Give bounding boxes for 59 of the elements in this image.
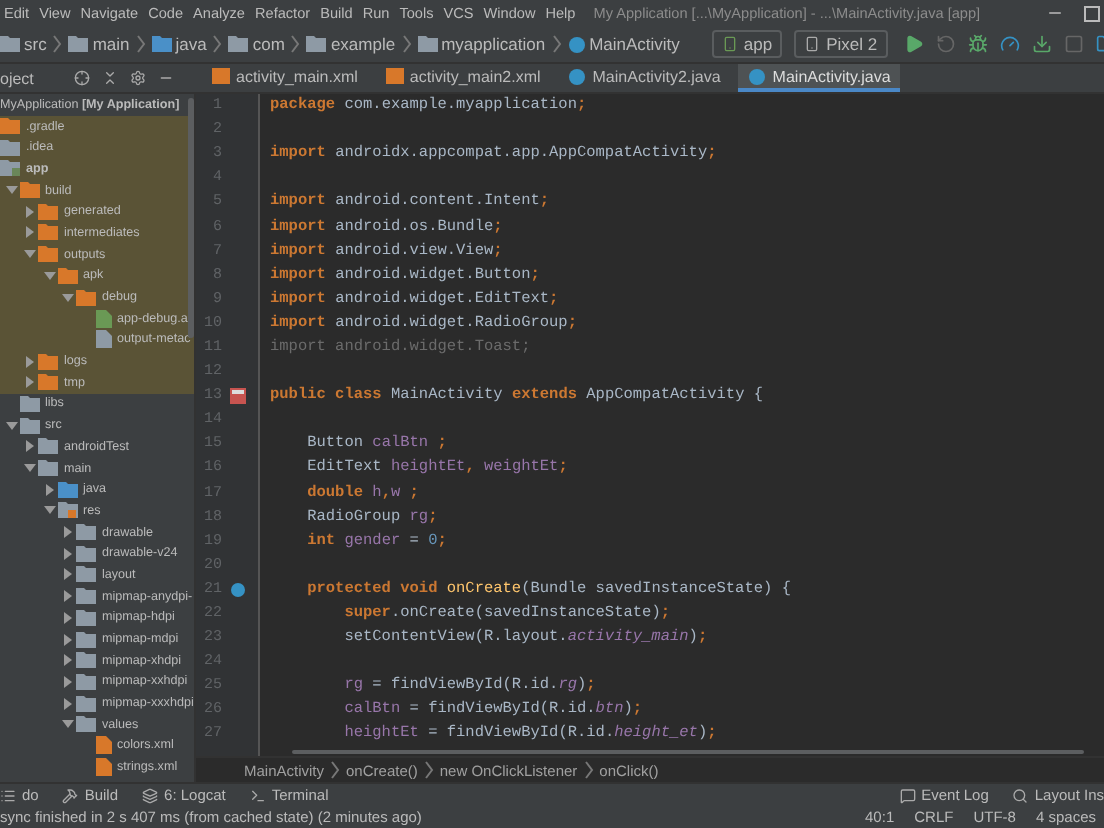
separator-icon — [401, 34, 412, 54]
expanded-arrow-icon[interactable] — [22, 462, 38, 475]
breadcrumb-item[interactable]: example — [306, 34, 396, 54]
device-dropdown[interactable]: Pixel 2 — [794, 30, 888, 58]
folder-icon — [0, 160, 20, 177]
expanded-arrow-icon[interactable] — [3, 419, 19, 432]
collapsed-arrow-icon[interactable] — [41, 483, 57, 496]
search-icon — [1012, 787, 1029, 803]
speech-bubble-icon — [899, 787, 916, 803]
separator-icon — [135, 34, 146, 54]
maximize-icon[interactable] — [1084, 5, 1100, 21]
crosshair-icon[interactable] — [73, 70, 90, 86]
expanded-arrow-icon[interactable] — [3, 184, 19, 197]
list-icon — [0, 787, 16, 803]
folder-icon — [151, 36, 172, 52]
editor-tab[interactable]: MainActivity2.java — [558, 64, 731, 92]
separator-icon — [52, 34, 63, 54]
layers-icon — [142, 787, 159, 803]
folder-icon — [417, 36, 438, 52]
play-icon[interactable] — [903, 34, 924, 54]
layout-icon[interactable] — [230, 388, 246, 405]
breadcrumb-item[interactable]: main — [68, 34, 130, 54]
breadcrumb-item[interactable]: java — [151, 34, 207, 54]
folder-icon — [0, 36, 20, 52]
expanded-arrow-icon[interactable] — [60, 718, 76, 731]
scrollbar[interactable] — [292, 750, 1084, 754]
breadcrumb-item[interactable]: com — [228, 34, 285, 54]
collapsed-arrow-icon[interactable] — [22, 440, 38, 453]
layout-file-icon — [385, 68, 404, 84]
separator-icon — [583, 760, 594, 780]
separator-icon — [423, 760, 434, 780]
settings-icon[interactable] — [129, 70, 146, 86]
editor-tab[interactable]: activity_main.xml — [202, 64, 368, 92]
separator-icon — [290, 34, 301, 54]
collapse-icon[interactable] — [101, 70, 118, 86]
hammer-icon — [62, 787, 79, 803]
bug-icon[interactable] — [967, 34, 988, 54]
panel-title[interactable]: oject — [0, 69, 34, 87]
run-config-dropdown[interactable]: app — [711, 30, 783, 58]
breadcrumb-item[interactable]: myapplication — [417, 34, 546, 54]
separator-icon — [330, 760, 341, 780]
gauge-icon[interactable] — [999, 34, 1020, 54]
layout-file-icon — [212, 68, 230, 84]
download-icon[interactable] — [1031, 34, 1052, 54]
scrollbar[interactable] — [188, 98, 194, 338]
terminal-icon — [249, 787, 266, 803]
editor-tab[interactable]: activity_main2.xml — [375, 64, 551, 92]
editor-tab[interactable]: MainActivity.java — [738, 64, 901, 92]
phone-icon — [804, 36, 821, 52]
separator-icon — [551, 34, 562, 54]
breadcrumb-item[interactable]: MainActivity — [567, 34, 680, 54]
expanded-arrow-icon[interactable] — [41, 504, 57, 517]
folder-icon — [306, 36, 327, 52]
folder-icon — [228, 36, 249, 52]
separator-icon — [212, 34, 223, 54]
folder-icon — [57, 502, 77, 519]
breadcrumb-item[interactable]: src — [0, 34, 47, 54]
class-icon — [748, 67, 767, 85]
folder-icon — [68, 36, 89, 52]
